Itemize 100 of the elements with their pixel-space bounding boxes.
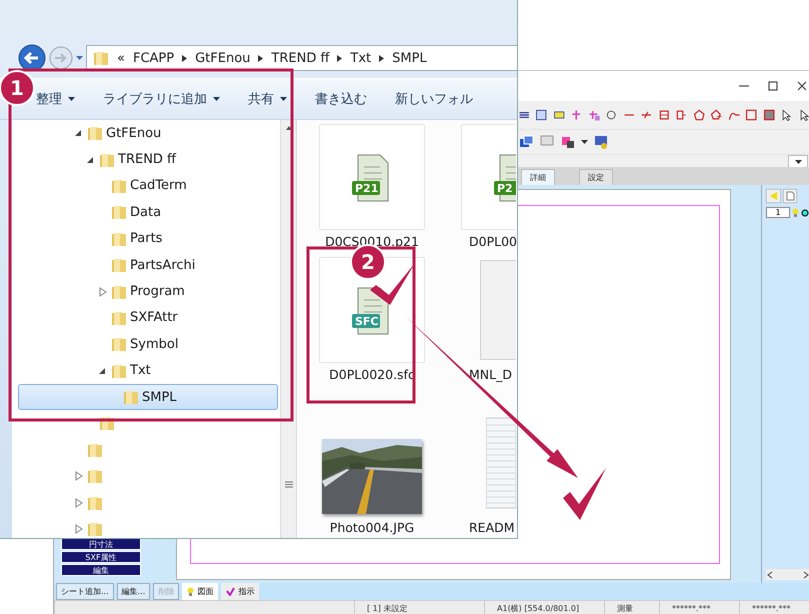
caret-icon — [581, 140, 588, 144]
folder-icon — [87, 521, 103, 538]
frame-icon[interactable] — [762, 107, 776, 123]
toolbar-command[interactable]: 新しいフォル — [395, 90, 473, 108]
collapse-arrow-icon[interactable] — [86, 154, 96, 165]
monitor-icon[interactable] — [593, 134, 609, 150]
bulb-icon — [792, 208, 799, 218]
folder-icon — [93, 50, 109, 66]
folder-icon — [87, 125, 103, 142]
windows-icon[interactable] — [518, 134, 534, 150]
sheet-button[interactable]: シート追加... — [56, 583, 114, 600]
folder-tree-item[interactable]: Symbol — [18, 331, 278, 358]
folder-icon — [87, 494, 103, 511]
toolbar-command[interactable]: ライブラリに追加 — [103, 90, 220, 108]
status-text: ******.*** — [739, 601, 809, 614]
view-tab[interactable]: 図面 — [182, 583, 218, 600]
folder-icon — [111, 284, 127, 300]
folder-tree-item[interactable]: SMPL — [18, 384, 278, 410]
address-prefix[interactable]: « — [117, 50, 125, 66]
file-name[interactable]: D0PL00 — [461, 234, 517, 249]
caret-icon — [794, 160, 802, 164]
caret-icon — [213, 97, 220, 101]
expand-arrow-icon[interactable] — [74, 524, 84, 534]
command-button[interactable]: 円寸法 — [61, 538, 141, 550]
chevron-icon — [182, 54, 188, 62]
breadcrumb-item[interactable]: GtFEnou — [195, 50, 250, 66]
status-text: ******.*** — [659, 601, 739, 614]
folder-tree-item[interactable]: Data — [18, 199, 278, 226]
panel-tab[interactable]: 設定 — [579, 169, 613, 185]
cursor-icon[interactable] — [798, 107, 809, 123]
sheet-button[interactable]: 編集... — [116, 583, 150, 600]
frame-icon[interactable] — [745, 107, 758, 123]
toolbar-command[interactable]: 書き込む — [315, 90, 367, 108]
folder-tree-item[interactable]: TREND ff — [18, 146, 278, 173]
breadcrumb-item[interactable]: FCAPP — [132, 50, 174, 66]
maximize-icon[interactable] — [768, 81, 778, 91]
folder-tree-item[interactable]: CadTerm — [18, 172, 278, 200]
step-badge: 1 — [0, 70, 35, 106]
folder-icon — [111, 310, 127, 326]
command-button[interactable]: 編集 — [61, 564, 141, 576]
folder-tree-item[interactable]: PartsArchi — [18, 252, 278, 278]
caret-icon — [76, 56, 83, 60]
dropdown[interactable] — [788, 155, 808, 168]
check-icon — [226, 587, 236, 596]
folder-icon — [111, 230, 127, 247]
folder-icon — [111, 362, 127, 379]
toolbar-command[interactable]: 共有 — [248, 90, 287, 108]
status-text: [ 1] 未設定 — [354, 601, 484, 614]
breadcrumb-item[interactable]: SMPL — [392, 50, 427, 66]
caret-icon — [280, 97, 287, 101]
panel-tab[interactable]: 詳細 — [521, 169, 555, 185]
expand-arrow-icon[interactable] — [98, 286, 108, 297]
folder-tree-item[interactable]: GtFEnou — [18, 120, 278, 146]
chevron-left-icon[interactable] — [766, 570, 774, 578]
breadcrumb-item[interactable]: TREND ff — [271, 50, 330, 66]
folder-tree-item[interactable]: SXFAttr — [18, 304, 278, 332]
close-icon[interactable] — [797, 81, 807, 91]
folder-icon — [123, 389, 139, 406]
scrollbar[interactable] — [766, 569, 809, 580]
command-button[interactable]: SXF属性 — [61, 551, 141, 563]
breadcrumb-item[interactable]: Txt — [350, 50, 372, 66]
folder-icon — [111, 178, 127, 194]
up-arrow-icon[interactable] — [286, 126, 292, 130]
caret-icon — [68, 97, 75, 101]
frame-icon[interactable] — [535, 107, 548, 123]
chevron-icon — [379, 54, 384, 62]
file-name[interactable]: READM — [461, 520, 515, 535]
bulb-icon — [187, 586, 194, 596]
folder-icon — [87, 442, 103, 458]
toolbar-command[interactable]: 整理 — [36, 90, 75, 108]
circle-icon — [801, 208, 809, 216]
cursor-icon[interactable] — [780, 107, 792, 123]
folder-tree-item[interactable]: Parts — [18, 226, 278, 252]
pentagon-icon[interactable] — [692, 107, 706, 123]
check-mark-icon — [563, 468, 606, 520]
address-bar[interactable]: « FCAPP GtFEnou TREND ff Txt SMPL — [86, 45, 517, 71]
palette-icon[interactable] — [560, 134, 576, 150]
folder-tree-item[interactable]: Program — [18, 278, 278, 305]
collapse-arrow-icon[interactable] — [98, 366, 108, 376]
folder-tree-item[interactable]: Txt — [18, 358, 278, 384]
file-name[interactable]: D0PL0020.sfc — [329, 367, 415, 382]
page-icon[interactable] — [783, 189, 797, 203]
file-name[interactable]: Photo004.JPG — [330, 520, 414, 535]
file-name[interactable]: MNL_D — [461, 367, 512, 382]
folder-icon — [99, 152, 115, 168]
expand-arrow-icon[interactable] — [74, 471, 84, 482]
folder-icon — [111, 204, 127, 220]
view-tab[interactable]: 指示 — [221, 583, 260, 600]
grip-icon[interactable] — [284, 481, 292, 488]
chevron-right-icon[interactable] — [802, 570, 809, 578]
chevron-icon — [258, 54, 264, 62]
status-text: A1(横) [554.0/801.0] — [484, 601, 604, 614]
chevron-icon — [337, 54, 342, 62]
folder-icon — [87, 468, 103, 484]
folder-icon — [111, 257, 127, 274]
expand-arrow-icon[interactable] — [74, 498, 84, 508]
status-text: 測量 — [604, 601, 659, 614]
folder-icon — [111, 336, 127, 352]
layer-number-field[interactable]: 1 — [766, 207, 790, 218]
collapse-arrow-icon[interactable] — [74, 128, 84, 138]
